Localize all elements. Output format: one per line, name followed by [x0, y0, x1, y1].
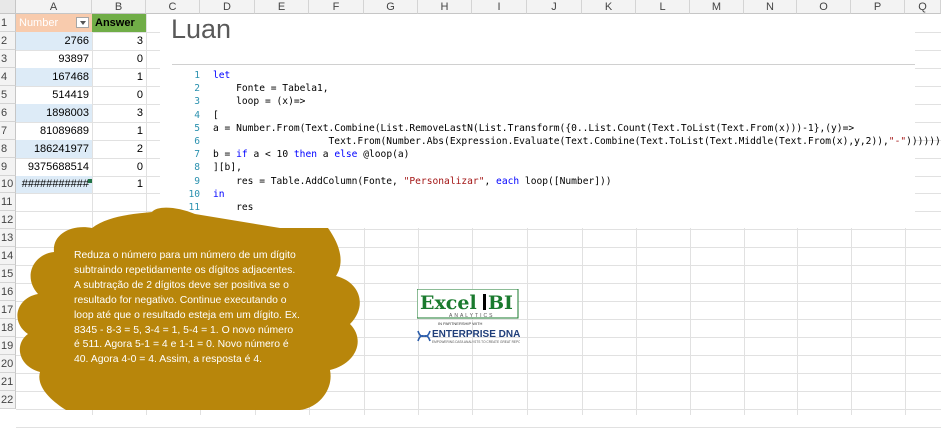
svg-text:Excel: Excel	[420, 292, 477, 314]
svg-text:IN PARTNERSHIP WITH: IN PARTNERSHIP WITH	[438, 321, 483, 326]
excelbi-logo: Excel BI ANALYTICS	[416, 288, 519, 322]
spreadsheet: ABCDEFGHIJKLMNOPQ 1 2 3 4 5 6 7 8 9 10 11 12 13 14 15 1…	[0, 0, 941, 428]
svg-text:ANALYTICS: ANALYTICS	[449, 313, 494, 319]
svg-text:EMPOWERING DATA ANALYSTS TO CR: EMPOWERING DATA ANALYSTS TO CREATE GREAT…	[432, 340, 520, 344]
svg-text:ENTERPRISE DNA: ENTERPRISE DNA	[432, 329, 520, 340]
enterprise-dna-logo: IN PARTNERSHIP WITH ENTERPRISE DNA EMPOW…	[416, 321, 527, 348]
svg-text:BI: BI	[488, 292, 513, 314]
cloud-callout-text: Reduza o número para um número de um díg…	[74, 250, 300, 366]
